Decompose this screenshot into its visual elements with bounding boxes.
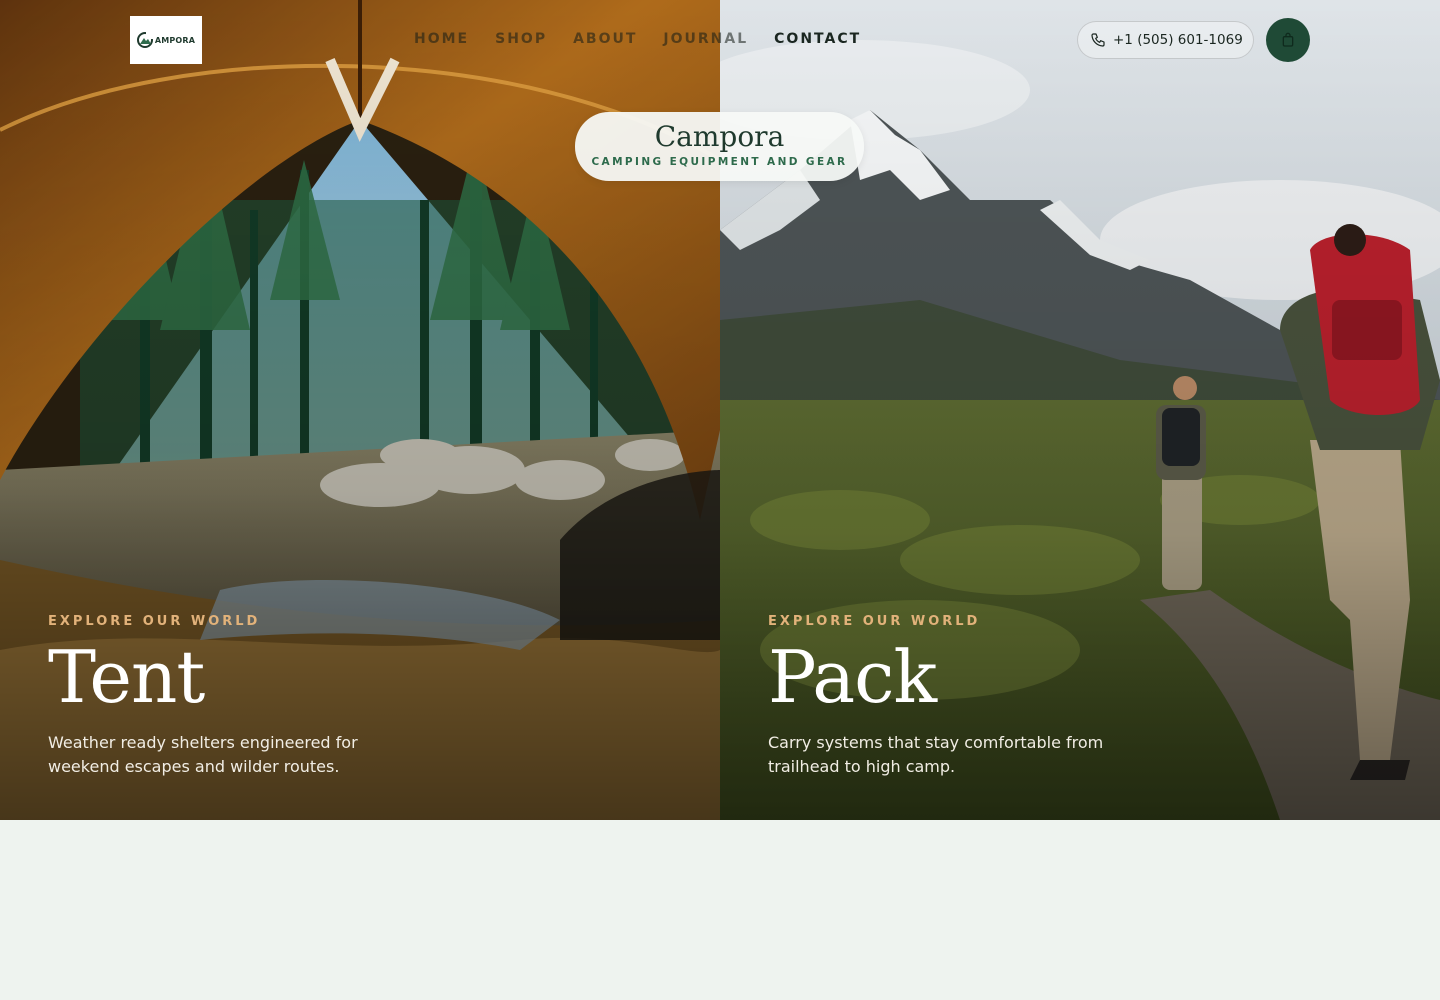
shopping-bag-icon bbox=[1282, 32, 1294, 47]
tent-eyebrow: EXPLORE OUR WORLD bbox=[48, 614, 261, 629]
phone-button[interactable]: +1 (505) 601-1069 bbox=[1077, 21, 1254, 59]
nav-shop[interactable]: SHOP bbox=[495, 31, 547, 47]
nav-journal[interactable]: JOURNAL bbox=[663, 31, 748, 47]
pack-title[interactable]: Pack bbox=[768, 641, 1188, 713]
site-logo[interactable]: AMPORA bbox=[130, 16, 202, 64]
nav-home[interactable]: HOME bbox=[414, 31, 469, 47]
cart-button[interactable] bbox=[1266, 18, 1310, 62]
brand-badge: Campora CAMPING EQUIPMENT AND GEAR bbox=[575, 112, 864, 181]
nav-about[interactable]: ABOUT bbox=[573, 31, 637, 47]
phone-number: +1 (505) 601-1069 bbox=[1113, 32, 1243, 48]
main-menu: HOME SHOP ABOUT JOURNAL CONTACT bbox=[414, 31, 887, 47]
nav-contact[interactable]: CONTACT bbox=[774, 31, 861, 47]
logo-mountain-icon bbox=[136, 32, 153, 48]
tent-description: Weather ready shelters engineered for we… bbox=[48, 733, 358, 776]
pack-panel-text: EXPLORE OUR WORLD Pack Carry systems tha… bbox=[768, 614, 1188, 779]
phone-icon bbox=[1091, 33, 1105, 47]
pack-eyebrow: EXPLORE OUR WORLD bbox=[768, 614, 981, 629]
tent-title[interactable]: Tent bbox=[48, 641, 468, 713]
tent-panel-text: EXPLORE OUR WORLD Tent Weather ready she… bbox=[48, 614, 468, 779]
brand-name: Campora bbox=[654, 120, 785, 153]
brand-tagline: CAMPING EQUIPMENT AND GEAR bbox=[591, 156, 848, 168]
top-nav: AMPORA HOME SHOP ABOUT JOURNAL CONTACT +… bbox=[0, 0, 1440, 80]
logo-text: AMPORA bbox=[154, 35, 196, 45]
pack-description: Carry systems that stay comfortable from… bbox=[768, 733, 1104, 776]
